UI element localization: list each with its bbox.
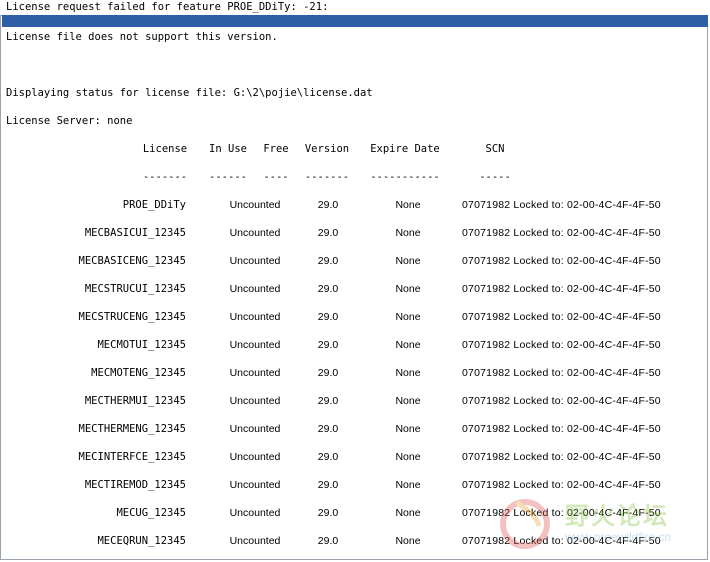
selection-bar [2, 15, 708, 27]
license-name-cell: MECTHERMENG_12345 [78, 423, 186, 435]
scn-cell: 07071982 Locked to: 02-00-4C-4F-4F-50 [462, 311, 661, 323]
scn-cell: 07071982 Locked to: 02-00-4C-4F-4F-50 [462, 451, 661, 463]
version-cell: 29.0 [317, 283, 339, 295]
version-cell: 29.0 [317, 311, 339, 323]
version-cell: 29.0 [317, 535, 339, 547]
in-use-cell: Uncounted [229, 479, 281, 491]
license-name-cell: MECINTERFCE_12345 [78, 451, 186, 463]
version-cell: 29.0 [317, 255, 339, 267]
expire-date-cell: None [395, 395, 421, 407]
scn-cell: 07071982 Locked to: 02-00-4C-4F-4F-50 [462, 535, 661, 547]
license-name-cell: MECTIREMOD_12345 [84, 479, 186, 491]
license-name-cell: MECUG_12345 [116, 507, 186, 519]
in-use-cell: Uncounted [229, 255, 281, 267]
expire-date-cell: None [395, 311, 421, 323]
version-cell: 29.0 [317, 423, 339, 435]
expire-date-cell: None [395, 423, 421, 435]
version-cell: 29.0 [317, 199, 339, 211]
column-separator: ----- [479, 171, 511, 183]
in-use-cell: Uncounted [229, 367, 281, 379]
expire-date-cell: None [395, 451, 421, 463]
expire-date-cell: None [395, 255, 421, 267]
expire-date-cell: None [395, 535, 421, 547]
expire-date-cell: None [395, 227, 421, 239]
license-name-cell: MECSTRUCENG_12345 [78, 311, 186, 323]
server-line: License Server: none [6, 115, 133, 127]
expire-date-cell: None [395, 283, 421, 295]
expire-date-cell: None [395, 507, 421, 519]
license-name-cell: MECBASICENG_12345 [78, 255, 186, 267]
scn-cell: 07071982 Locked to: 02-00-4C-4F-4F-50 [462, 227, 661, 239]
in-use-cell: Uncounted [229, 283, 281, 295]
expire-date-cell: None [395, 479, 421, 491]
scn-cell: 07071982 Locked to: 02-00-4C-4F-4F-50 [462, 283, 661, 295]
expire-date-cell: None [395, 367, 421, 379]
license-name-cell: MECBASICUI_12345 [84, 227, 186, 239]
in-use-cell: Uncounted [229, 227, 281, 239]
version-cell: 29.0 [317, 507, 339, 519]
scn-cell: 07071982 Locked to: 02-00-4C-4F-4F-50 [462, 479, 661, 491]
in-use-cell: Uncounted [229, 507, 281, 519]
license-name-cell: MECMOTENG_12345 [91, 367, 186, 379]
in-use-cell: Uncounted [229, 423, 281, 435]
version-cell: 29.0 [317, 395, 339, 407]
license-name-cell: PROE_DDiTy [122, 199, 186, 211]
in-use-cell: Uncounted [229, 311, 281, 323]
version-cell: 29.0 [317, 479, 339, 491]
window-frame [0, 0, 708, 560]
in-use-cell: Uncounted [229, 451, 281, 463]
title-bar: License request failed for feature PROE_… [0, 0, 708, 16]
scn-cell: 07071982 Locked to: 02-00-4C-4F-4F-50 [462, 255, 661, 267]
title-text: License request failed for feature PROE_… [6, 1, 329, 13]
scn-cell: 07071982 Locked to: 02-00-4C-4F-4F-50 [462, 423, 661, 435]
version-cell: 29.0 [317, 227, 339, 239]
in-use-cell: Uncounted [229, 535, 281, 547]
in-use-cell: Uncounted [229, 199, 281, 211]
version-cell: 29.0 [317, 451, 339, 463]
license-name-cell: MECTHERMUI_12345 [84, 395, 186, 407]
version-cell: 29.0 [317, 339, 339, 351]
in-use-cell: Uncounted [229, 339, 281, 351]
version-cell: 29.0 [317, 367, 339, 379]
expire-date-cell: None [395, 199, 421, 211]
scn-cell: 07071982 Locked to: 02-00-4C-4F-4F-50 [462, 199, 661, 211]
scn-cell: 07071982 Locked to: 02-00-4C-4F-4F-50 [462, 367, 661, 379]
expire-date-cell: None [395, 339, 421, 351]
column-header: SCN [485, 143, 505, 155]
in-use-cell: Uncounted [229, 395, 281, 407]
status-line: Displaying status for license file: G:\2… [6, 87, 373, 99]
license-name-cell: MECEQRUN_12345 [97, 535, 186, 547]
scn-cell: 07071982 Locked to: 02-00-4C-4F-4F-50 [462, 507, 661, 519]
license-name-cell: MECSTRUCUI_12345 [84, 283, 186, 295]
license-name-cell: MECMOTUI_12345 [97, 339, 186, 351]
error-message: License file does not support this versi… [6, 31, 278, 43]
scn-cell: 07071982 Locked to: 02-00-4C-4F-4F-50 [462, 339, 661, 351]
scn-cell: 07071982 Locked to: 02-00-4C-4F-4F-50 [462, 395, 661, 407]
